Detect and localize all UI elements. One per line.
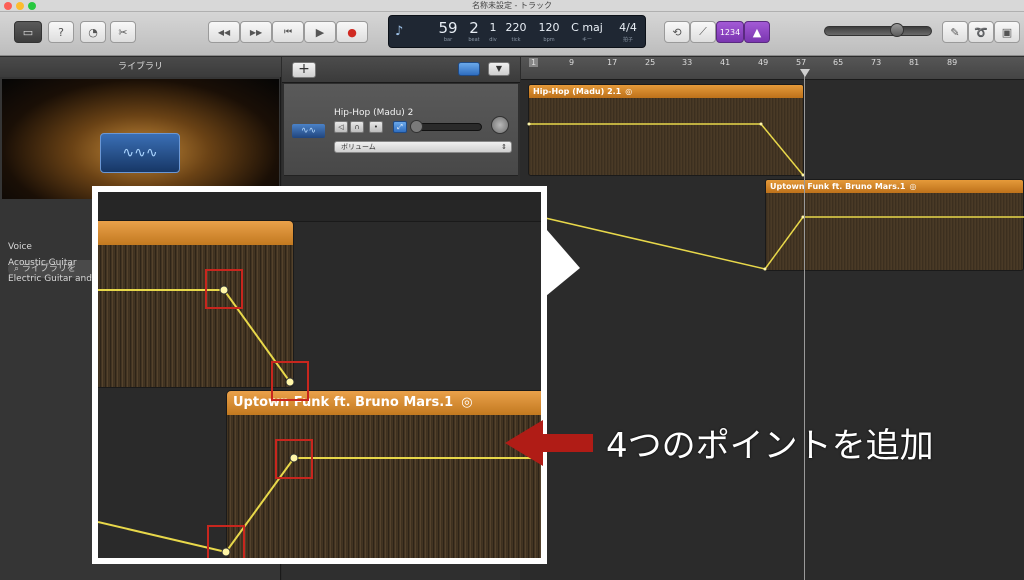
solo-button[interactable]: ∩ [350, 121, 364, 133]
library-category-voice[interactable]: Voice [8, 242, 32, 252]
master-volume-knob[interactable] [890, 23, 904, 37]
automation-toggle-button[interactable] [458, 62, 480, 76]
lcd-tempo: 120 bpm [538, 21, 560, 43]
zoom-callout: Uptown Funk ft. Bruno Mars.1 ◎ [92, 186, 547, 564]
pencil-icon: ✎ [950, 25, 960, 39]
library-category-acoustic-guitar[interactable]: Acoustic Guitar [8, 258, 77, 268]
lcd-signature: 4/4 拍子 [619, 21, 637, 43]
record-dot-icon: • [373, 123, 379, 131]
metronome-button[interactable]: ▲ [744, 21, 770, 43]
zoom-automation-point [221, 547, 231, 557]
media-icon: ▣ [1001, 25, 1013, 39]
scissors-icon: ✂ [118, 25, 128, 39]
go-to-start-button[interactable]: ⏮ [272, 21, 304, 43]
playhead[interactable] [804, 70, 805, 580]
track-waveform-icon: ∿∿ [292, 124, 325, 138]
forward-button[interactable]: ▶▶ [240, 21, 272, 43]
zoom-automation-point [289, 453, 299, 463]
automation-overlay [527, 122, 1024, 271]
record-enable-button[interactable]: • [369, 121, 383, 133]
automation-line-hiphop[interactable] [529, 123, 804, 176]
note-mode-icon: ♪ [395, 24, 404, 39]
lcd-beat: 2 beat [468, 19, 480, 43]
automation-point[interactable] [759, 122, 763, 126]
speaker-icon: ◁ [338, 123, 344, 131]
play-button[interactable]: ▶ [304, 21, 336, 43]
library-header: ライブラリ [0, 57, 281, 77]
track-volume-knob[interactable] [410, 120, 423, 133]
lcd-tick: 220 tick [505, 21, 527, 43]
count-in-button[interactable]: 1234 [716, 21, 744, 43]
track-automation-button[interactable]: ⤢ [393, 121, 407, 133]
annotation-arrow [505, 420, 593, 466]
help-button[interactable]: ? [48, 21, 74, 43]
smart-controls-button[interactable]: ◔ [80, 21, 106, 43]
window-title: 名称未設定 - トラック [472, 1, 552, 10]
filter-button[interactable]: ▼ [488, 62, 510, 76]
zoom-automation-overlay [98, 269, 541, 558]
record-button[interactable]: ● [336, 21, 368, 43]
automation-point[interactable] [527, 122, 531, 126]
waveform-icon[interactable]: ∿∿∿ [100, 133, 180, 173]
cycle-icon: ⟲ [672, 25, 682, 39]
library-toggle-button[interactable]: ▭ [14, 21, 42, 43]
knob-icon: ◔ [88, 25, 98, 39]
tuner-icon: ⟋ [699, 25, 707, 38]
headphones-icon: ∩ [354, 123, 360, 131]
rewind-button[interactable]: ◀◀ [208, 21, 240, 43]
lcd-division: 1 div [489, 21, 497, 43]
automation-icon: ⤢ [397, 123, 403, 131]
track-name[interactable]: Hip-Hop (Madu) 2 [334, 108, 413, 118]
zoom-automation-point [219, 285, 229, 295]
zoom-automation-point [285, 377, 295, 387]
automation-parameter-select[interactable]: ボリューム ⇕ [334, 141, 512, 153]
lcd-bar: 59 bar [438, 19, 458, 43]
mute-button[interactable]: ◁ [334, 121, 348, 133]
filter-icon: ▼ [495, 64, 503, 73]
loop-icon: ➰ [974, 25, 988, 39]
chevron-updown-icon: ⇕ [501, 143, 507, 151]
title-bar: 名称未設定 - トラック [0, 0, 1024, 12]
editors-button[interactable]: ✂ [110, 21, 136, 43]
annotation-text: 4つのポイントを追加 [606, 426, 934, 466]
automation-point[interactable] [763, 267, 767, 271]
library-category-electric-guitar[interactable]: Electric Guitar and [8, 274, 92, 284]
media-browser-button[interactable]: ▣ [994, 21, 1020, 43]
track-pan-knob[interactable] [491, 116, 509, 134]
callout-pointer [540, 222, 580, 296]
tuner-button[interactable]: ⟋ [690, 21, 716, 43]
metronome-icon: ▲ [752, 25, 762, 39]
library-icon: ▭ [22, 25, 34, 39]
master-volume-slider[interactable] [824, 26, 932, 36]
lcd-display[interactable]: ♪ 59 bar 2 beat 1 div 220 tick 120 bpm C maj キ… [388, 15, 646, 48]
cycle-button[interactable]: ⟲ [664, 21, 690, 43]
notepad-button[interactable]: ✎ [942, 21, 968, 43]
loop-browser-button[interactable]: ➰ [968, 21, 994, 43]
lcd-key: C maj キー [571, 21, 603, 43]
tracks-toolbar: ▼ [282, 57, 520, 83]
automation-line-uptown[interactable] [540, 216, 1024, 270]
playhead-handle[interactable] [800, 69, 810, 77]
add-track-button[interactable]: + [292, 62, 316, 78]
